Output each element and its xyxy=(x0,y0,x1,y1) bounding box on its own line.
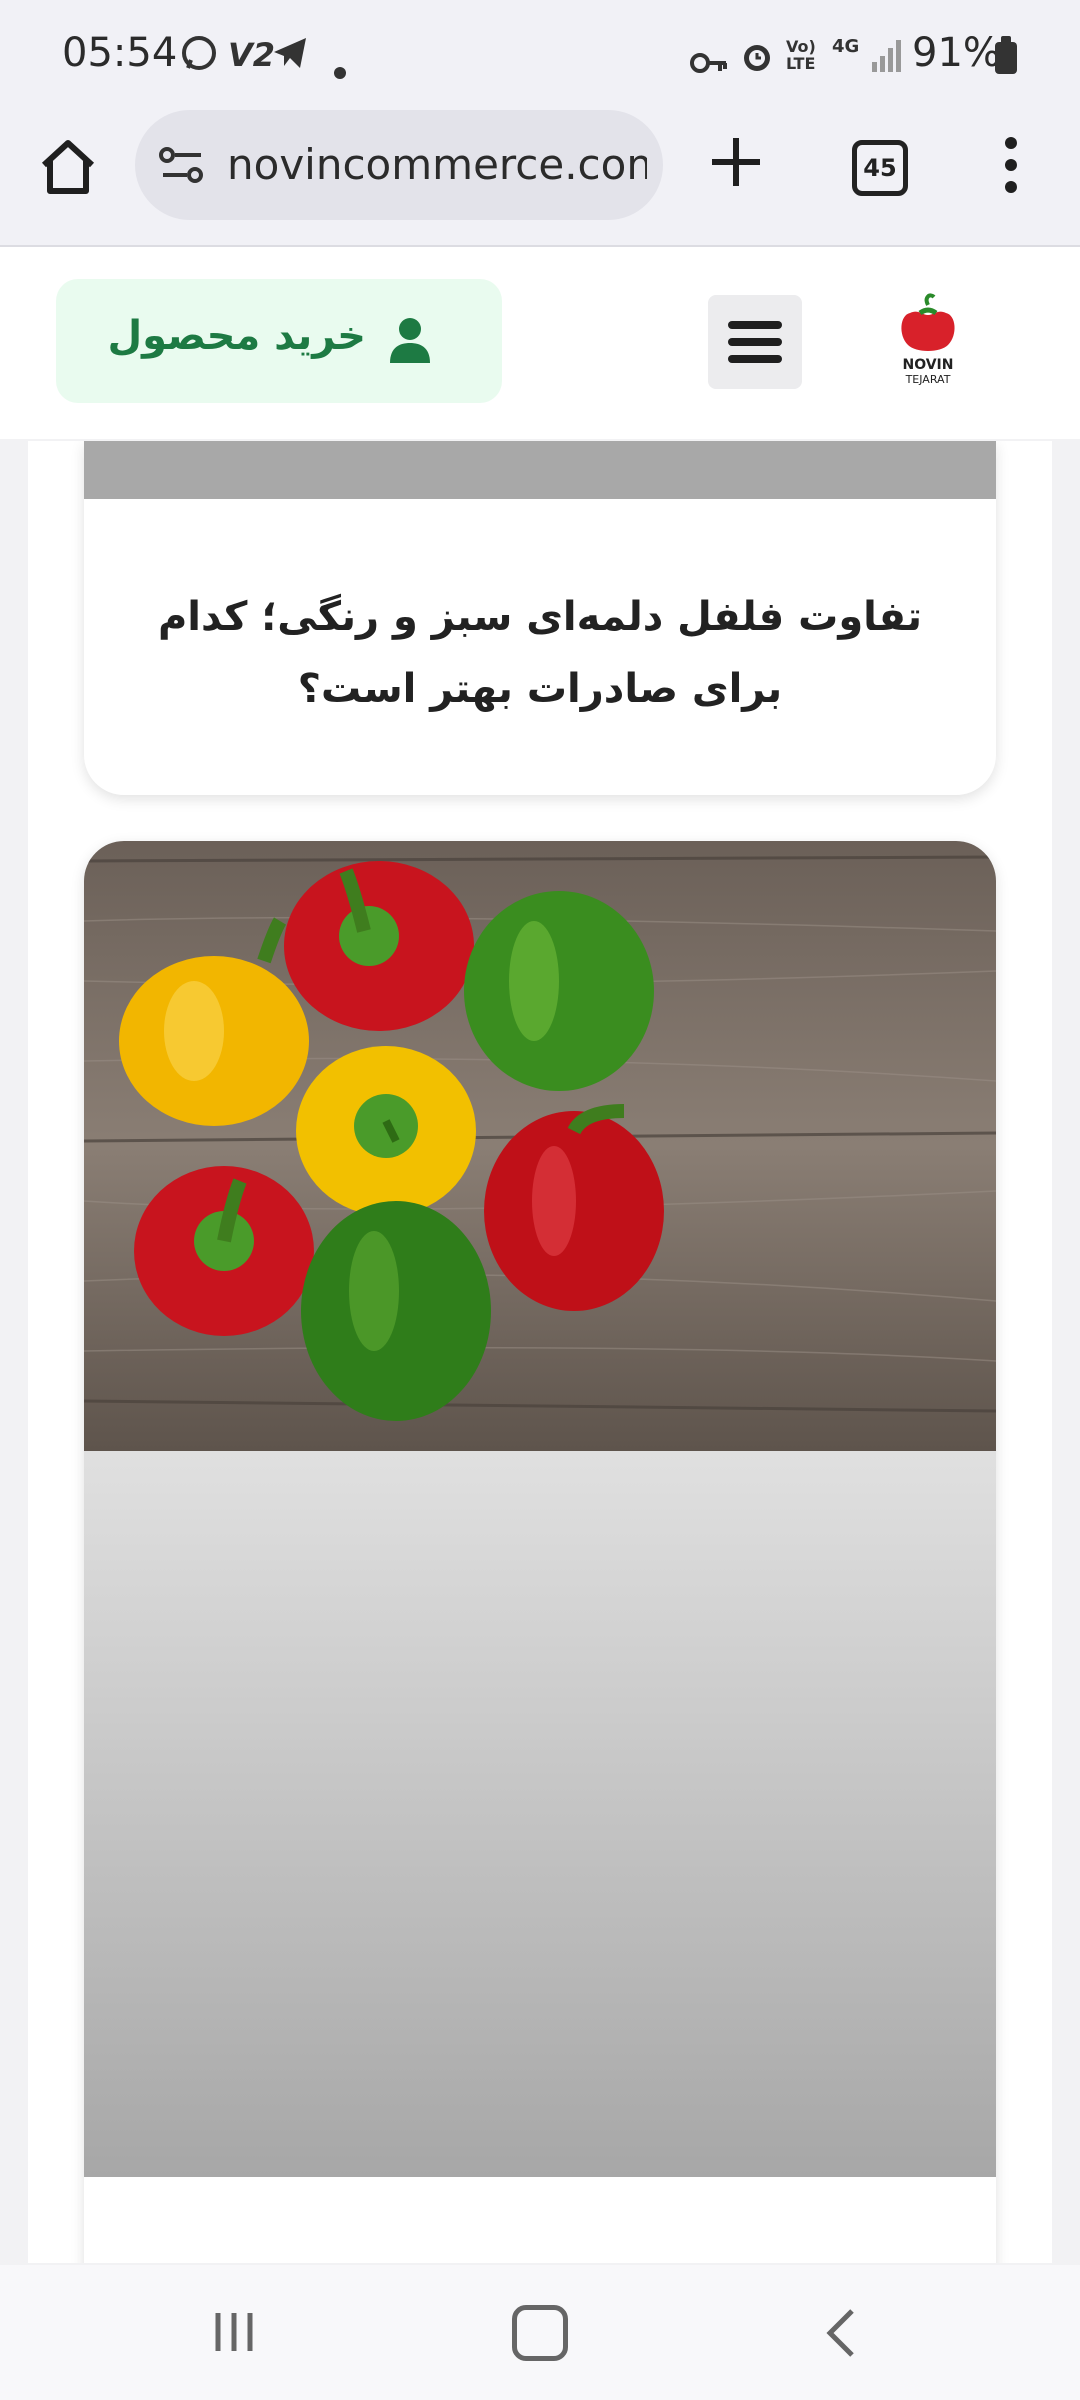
status-bar: 05:54 V2 Vo) LTE 4G 91% xyxy=(0,0,1080,110)
logo-text-top: NOVIN xyxy=(902,357,953,373)
menu-line xyxy=(728,355,782,363)
alarm-icon xyxy=(740,40,774,83)
browser-toolbar: novincommerce.com 45 xyxy=(0,110,1080,247)
v2-icon: V2 xyxy=(228,36,276,74)
system-nav-bar xyxy=(0,2265,1080,2400)
site-logo[interactable]: NOVIN TEJARAT xyxy=(880,291,976,391)
article-image[interactable] xyxy=(84,841,996,1451)
4g-icon: 4G xyxy=(832,36,860,57)
recent-apps-icon[interactable] xyxy=(210,2307,260,2357)
home-icon[interactable] xyxy=(36,135,100,199)
url-text[interactable]: novincommerce.com xyxy=(227,140,647,189)
site-header: خرید محصول NOVIN TEJARAT xyxy=(0,247,1080,439)
volte-icon: Vo) LTE xyxy=(786,37,816,73)
logo-text-bottom: TEJARAT xyxy=(905,373,951,386)
buy-product-button[interactable]: خرید محصول xyxy=(56,279,502,403)
article-card[interactable]: تفاوت فلفل دلمه‌ای سبز و رنگی؛ کدام برای… xyxy=(84,441,996,795)
menu-line xyxy=(728,321,782,329)
new-tab-icon[interactable] xyxy=(706,132,766,192)
menu-line xyxy=(728,338,782,346)
address-bar[interactable]: novincommerce.com xyxy=(135,110,663,220)
user-icon xyxy=(386,315,434,365)
site-settings-icon[interactable] xyxy=(157,145,207,185)
back-icon[interactable] xyxy=(820,2305,860,2361)
article-content-placeholder xyxy=(84,1451,996,2177)
buy-product-label: خرید محصول xyxy=(107,313,366,359)
key-icon xyxy=(690,44,728,84)
more-menu-icon[interactable] xyxy=(996,135,1026,195)
tab-switcher-button[interactable]: 45 xyxy=(852,140,908,196)
article-list: تفاوت فلفل دلمه‌ای سبز و رنگی؛ کدام برای… xyxy=(28,441,1052,2263)
article-image-placeholder xyxy=(84,441,996,499)
hamburger-menu-button[interactable] xyxy=(708,295,802,389)
article-title[interactable]: تفاوت فلفل دلمه‌ای سبز و رنگی؛ کدام برای… xyxy=(144,581,936,725)
signal-icon xyxy=(872,38,902,81)
dot-icon xyxy=(334,48,346,88)
system-home-icon[interactable] xyxy=(512,2305,568,2361)
whatsapp-icon xyxy=(180,34,218,81)
telegram-icon xyxy=(272,34,310,81)
battery-icon xyxy=(995,36,1017,74)
article-card[interactable] xyxy=(84,841,996,2263)
battery-percent: 91% xyxy=(912,30,1001,76)
status-time: 05:54 xyxy=(62,30,178,76)
